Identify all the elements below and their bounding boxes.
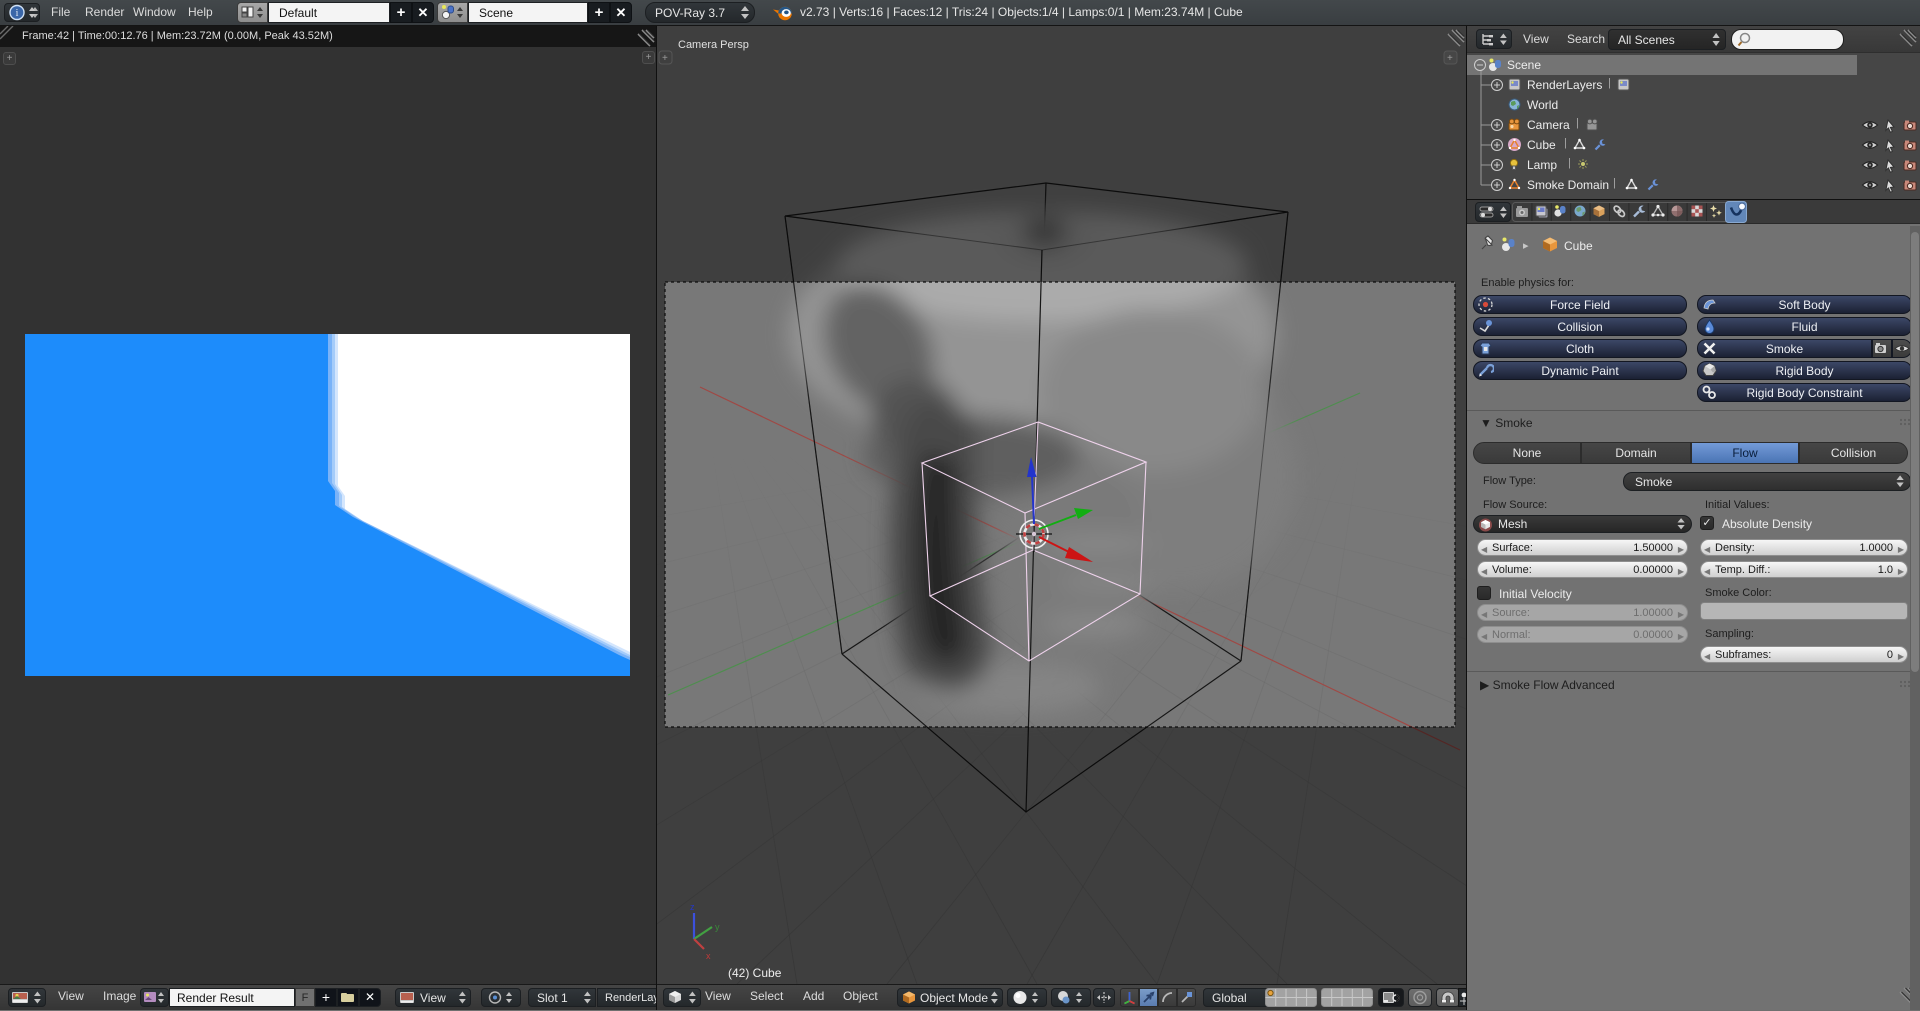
svg-text:i: i [16, 8, 19, 19]
svg-text:x: x [706, 951, 711, 961]
svg-text:+: + [662, 53, 668, 64]
svg-text:(42) Cube: (42) Cube [728, 966, 782, 980]
svg-text:Camera Persp: Camera Persp [678, 39, 749, 51]
svg-text:y: y [715, 922, 720, 932]
svg-text:+: + [1447, 53, 1453, 64]
svg-text:z: z [690, 902, 695, 912]
